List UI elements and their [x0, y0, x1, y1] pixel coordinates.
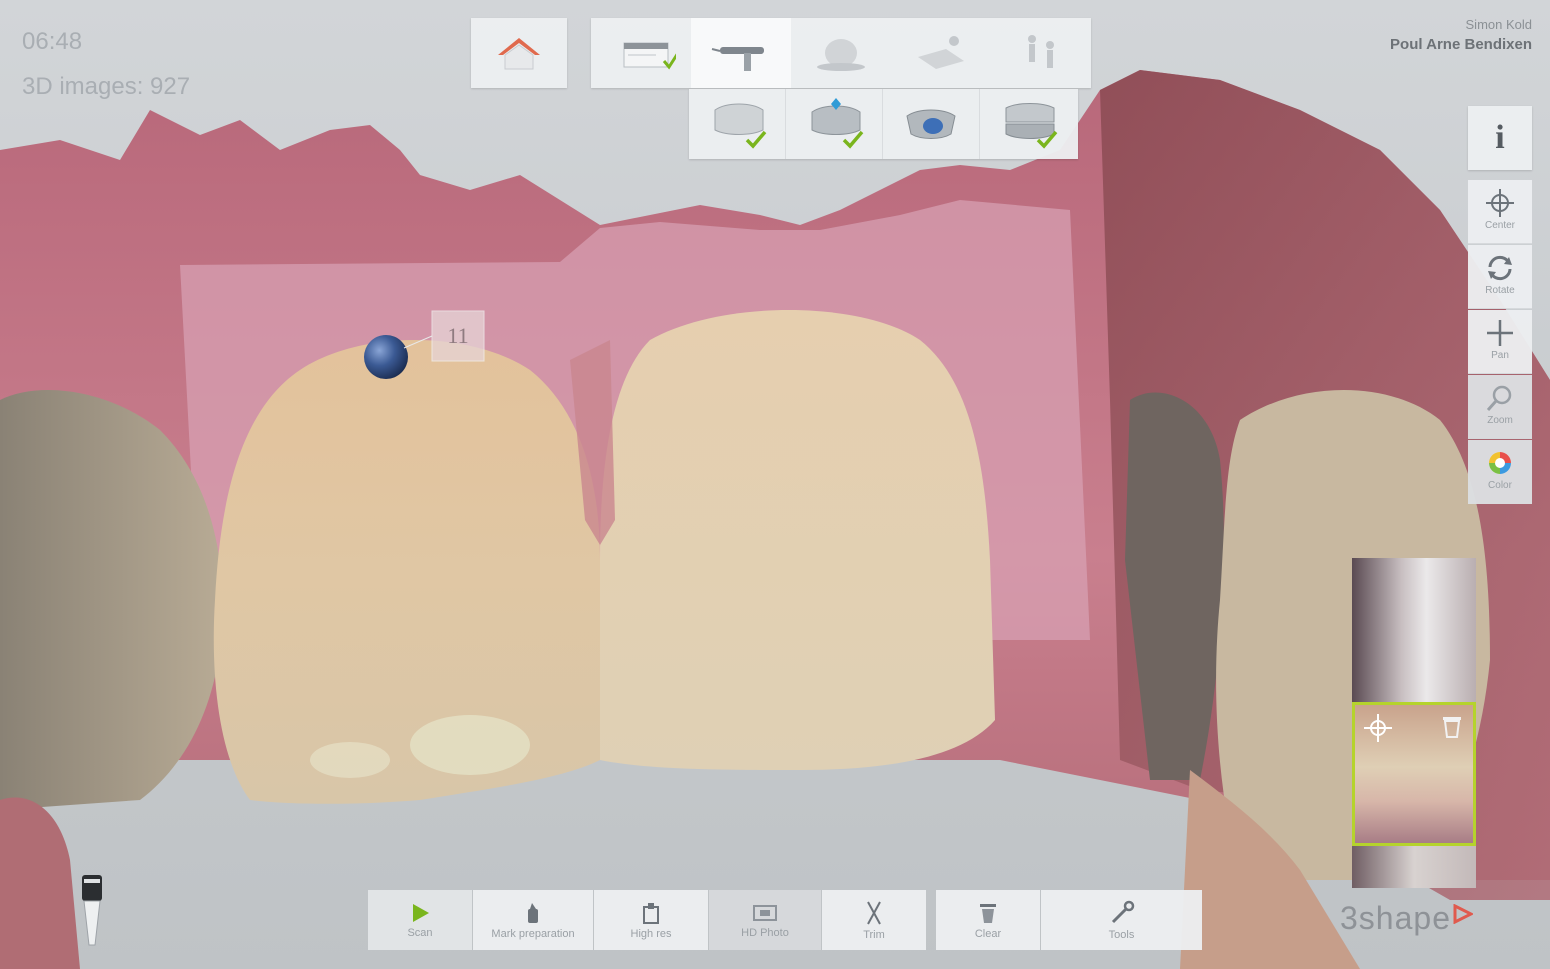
center-icon [1486, 189, 1514, 217]
mark-preparation-label: Mark preparation [491, 927, 575, 940]
color-tool-button[interactable]: Color [1468, 440, 1532, 504]
pan-tool-label: Pan [1491, 350, 1509, 361]
image-count: 3D images: 927 [22, 73, 191, 100]
color-tool-label: Color [1488, 480, 1512, 491]
clear-button[interactable]: Clear [936, 890, 1040, 950]
order-form-icon [623, 42, 676, 70]
patient-name: Poul Arne Bendixen [1390, 36, 1532, 53]
send-case-icon [918, 36, 964, 69]
info-icon: i [1495, 119, 1505, 156]
delete-photo-icon[interactable] [1441, 713, 1463, 739]
tooth-analyze-icon [817, 39, 865, 71]
high-res-button[interactable]: High res [594, 890, 708, 950]
tooth-number-label[interactable]: 11 [432, 311, 484, 361]
hd-photo-thumbnail[interactable] [1352, 846, 1476, 888]
trim-button[interactable]: Trim [822, 890, 926, 950]
move-icon[interactable] [1363, 713, 1393, 743]
lower-jaw-icon [906, 109, 956, 139]
trash-icon [980, 903, 996, 923]
home-button[interactable] [471, 18, 567, 88]
substep-lower-jaw[interactable] [883, 89, 980, 159]
play-icon [413, 903, 429, 922]
tools-button[interactable]: Tools [1041, 890, 1202, 950]
trim-label: Trim [863, 928, 885, 941]
bite-icon [1005, 103, 1058, 149]
rotate-tool-button[interactable]: Rotate [1468, 245, 1532, 309]
home-icon [498, 38, 540, 70]
zoom-tool-label: Zoom [1487, 415, 1513, 426]
hd-photo-strip[interactable] [1352, 558, 1476, 888]
people-icon [1028, 35, 1054, 68]
wrench-icon [1111, 900, 1134, 923]
center-tool-label: Center [1484, 220, 1515, 231]
high-res-label: High res [630, 927, 672, 940]
scanner-tip-icon [82, 875, 102, 946]
view-tools-panel: Center Rotate Pan Zoom Color [1468, 180, 1532, 504]
hd-photo-label: HD Photo [741, 926, 789, 939]
high-res-icon [643, 902, 659, 924]
info-button[interactable]: i [1468, 106, 1532, 170]
tools-label: Tools [1108, 928, 1135, 941]
scanner-icon [711, 47, 764, 71]
scissors-icon [867, 901, 881, 924]
substep-upper-jaw[interactable] [689, 89, 786, 159]
hd-photo-thumbnail[interactable] [1352, 558, 1476, 702]
upper-jaw-icon [714, 103, 767, 149]
hd-photo-icon [753, 904, 777, 921]
workflow-bar [591, 18, 1091, 88]
center-tool-button[interactable]: Center [1468, 180, 1532, 244]
scan-timer: 06:48 [22, 28, 83, 55]
brand-triangle-icon [1453, 904, 1473, 924]
mark-preparation-button[interactable]: Mark preparation [473, 890, 593, 950]
workflow-step-send[interactable] [891, 18, 991, 88]
zoom-icon [1486, 385, 1512, 411]
zoom-tool-button[interactable]: Zoom [1468, 375, 1532, 439]
workflow-step-handover[interactable] [991, 18, 1091, 88]
rotate-tool-label: Rotate [1485, 285, 1515, 296]
workflow-step-analyze[interactable] [791, 18, 891, 88]
preparation-jaw-icon [811, 98, 864, 149]
pan-icon [1487, 320, 1513, 346]
pan-tool-button[interactable]: Pan [1468, 310, 1532, 374]
brand-logo: 3shape [1340, 898, 1473, 938]
bottom-toolbar: Scan Mark preparation High res HD Photo … [368, 890, 1202, 950]
scan-button-label: Scan [407, 926, 433, 939]
scan-button[interactable]: Scan [368, 890, 472, 950]
clear-label: Clear [974, 927, 1002, 940]
hd-photo-button[interactable]: HD Photo [709, 890, 821, 950]
rotate-icon [1488, 255, 1512, 281]
operator-name: Simon Kold [1465, 17, 1532, 32]
substep-preparation[interactable] [786, 89, 883, 159]
mark-preparation-icon [528, 902, 538, 923]
substep-bite[interactable] [980, 89, 1076, 159]
color-icon [1489, 452, 1511, 474]
hd-photo-thumbnail-selected[interactable] [1352, 702, 1476, 846]
workflow-step-order[interactable] [591, 18, 691, 88]
scan-substeps-bar [689, 89, 1078, 159]
brand-logo-text: 3shape [1340, 899, 1451, 936]
workflow-step-scan[interactable] [691, 18, 791, 88]
